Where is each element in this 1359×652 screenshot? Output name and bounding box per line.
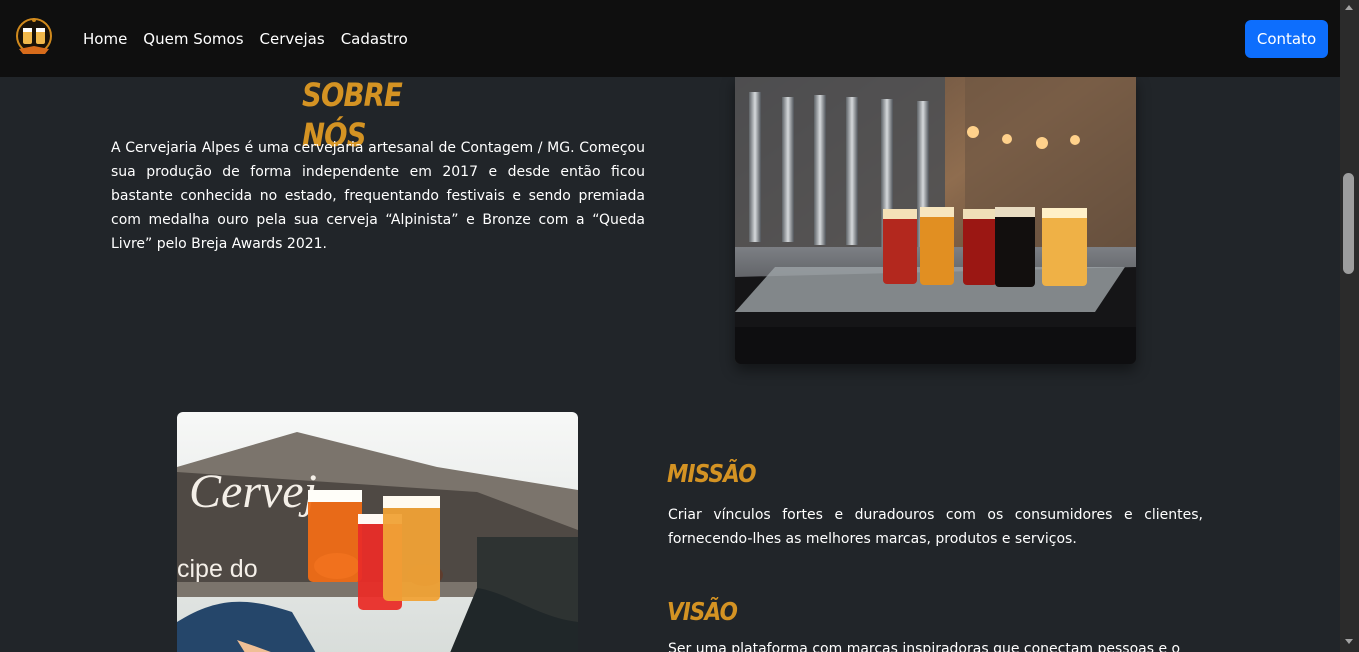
- nav-quem-somos[interactable]: Quem Somos: [143, 29, 243, 49]
- nav-links: Home Quem Somos Cervejas Cadastro: [83, 29, 408, 49]
- vision-title: Visão: [667, 597, 738, 626]
- beer-cheers-image: Cervej cipe do: [177, 412, 578, 652]
- nav-home[interactable]: Home: [83, 29, 127, 49]
- mission-title: Missão: [667, 459, 757, 488]
- scroll-thumb[interactable]: [1343, 173, 1354, 274]
- mission-text: Criar vínculos fortes e duradouros com o…: [668, 507, 1203, 547]
- svg-text:cipe do: cipe do: [177, 555, 258, 583]
- vision-text: Ser uma plataforma com marcas inspirador…: [668, 641, 1181, 652]
- scroll-down-arrow-icon[interactable]: [1345, 639, 1353, 644]
- beer-mugs-logo-icon[interactable]: [13, 16, 55, 60]
- about-text: A Cervejaria Alpes é uma cervejaria arte…: [111, 140, 645, 252]
- vertical-scrollbar[interactable]: [1340, 0, 1359, 652]
- nav-cadastro[interactable]: Cadastro: [341, 29, 408, 49]
- page: Home Quem Somos Cervejas Cadastro Contat…: [0, 0, 1359, 652]
- beer-taps-image: [735, 77, 1136, 364]
- sign-text: Cervej: [189, 465, 317, 518]
- contato-button[interactable]: Contato: [1245, 20, 1328, 58]
- navbar: Home Quem Somos Cervejas Cadastro Contat…: [0, 0, 1340, 77]
- scroll-up-arrow-icon[interactable]: [1345, 5, 1353, 10]
- nav-cervejas[interactable]: Cervejas: [260, 29, 325, 49]
